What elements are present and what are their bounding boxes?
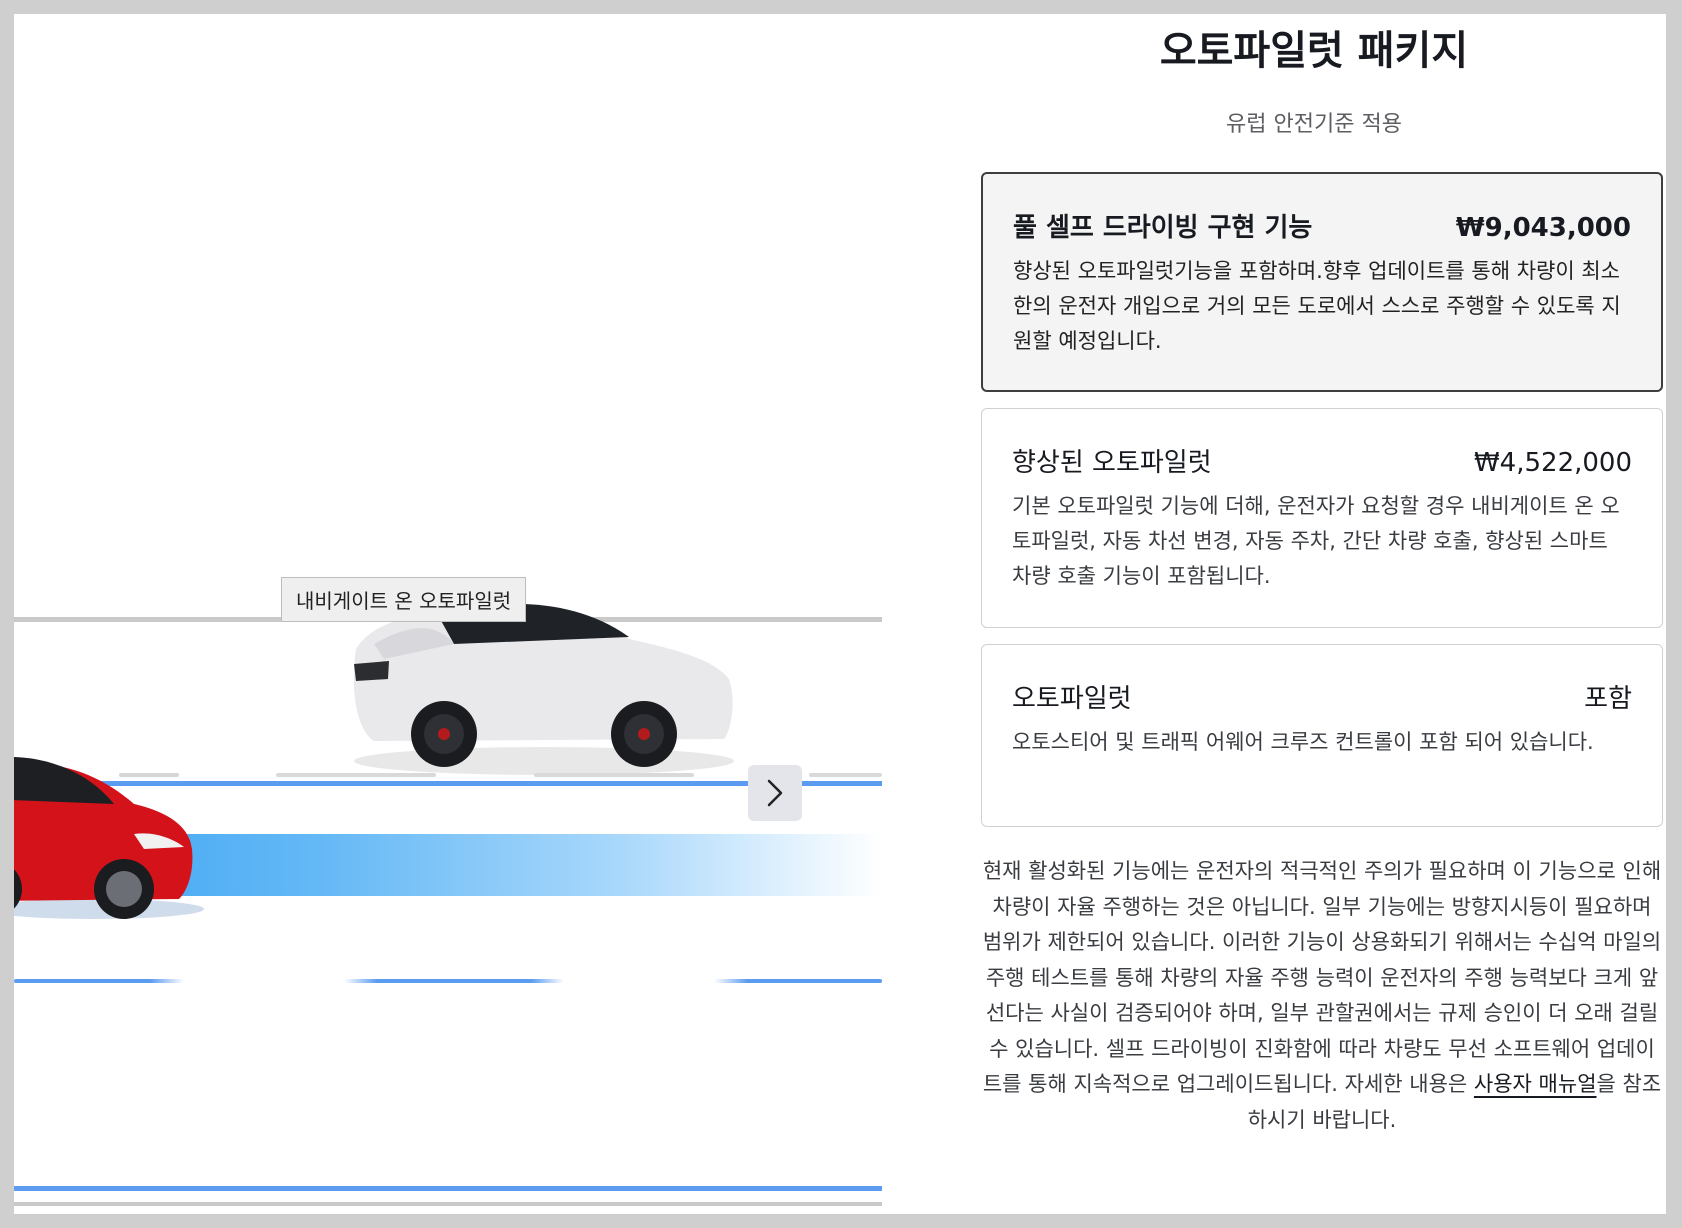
- red-car-image: [14, 757, 204, 919]
- lane-dash: [344, 979, 564, 983]
- option-description: 향상된 오토파일럿기능을 포함하며.향후 업데이트를 통해 차량이 최소한의 운…: [1013, 259, 1621, 353]
- disclaimer-body: 현재 활성화된 기능에는 운전자의 적극적인 주의가 필요하며 이 기능으로 인…: [982, 859, 1662, 1096]
- option-price: 포함: [1584, 684, 1632, 714]
- route-line-lower: [14, 1186, 882, 1191]
- autopilot-illustration: 내비게이트 온 오토파일럿: [14, 14, 882, 1214]
- lane-dash: [714, 979, 882, 983]
- option-card-fsd[interactable]: 풀 셀프 드라이빙 구현 기능 ₩9,043,000 향상된 오토파일럿기능을 …: [981, 172, 1663, 392]
- option-card-enhanced-autopilot[interactable]: 향상된 오토파일럿 ₩4,522,000 기본 오토파일럿 기능에 더해, 운전…: [981, 408, 1663, 628]
- feature-label: 내비게이트 온 오토파일럿: [281, 577, 527, 622]
- option-price: ₩4,522,000: [1473, 448, 1632, 478]
- option-price: ₩9,043,000: [1455, 213, 1631, 243]
- page: 내비게이트 온 오토파일럿 오토파일럿 패키지 유럽 안전기준 적용 풀 셀프 …: [14, 14, 1666, 1214]
- option-name: 오토파일럿: [1012, 684, 1132, 714]
- option-description: 기본 오토파일럿 기능에 더해, 운전자가 요청할 경우 내비게이트 온 오토파…: [1012, 494, 1620, 588]
- option-card-autopilot[interactable]: 오토파일럿 포함 오토스티어 및 트래픽 어웨어 크루즈 컨트롤이 포함 되어 …: [981, 644, 1663, 827]
- option-name: 향상된 오토파일럿: [1012, 448, 1212, 478]
- page-subtitle: 유럽 안전기준 적용: [1226, 112, 1402, 137]
- chevron-right-icon: [767, 779, 783, 807]
- road-edge-bottom: [14, 1202, 882, 1206]
- option-description: 오토스티어 및 트래픽 어웨어 크루즈 컨트롤이 포함 되어 있습니다.: [1012, 730, 1594, 754]
- user-manual-link[interactable]: 사용자 매뉴얼: [1474, 1072, 1597, 1096]
- option-name: 풀 셀프 드라이빙 구현 기능: [1013, 213, 1313, 243]
- package-panel: 오토파일럿 패키지 유럽 안전기준 적용 풀 셀프 드라이빙 구현 기능 ₩9,…: [964, 14, 1664, 1214]
- lane-dash: [809, 773, 882, 777]
- lane-dash: [14, 979, 184, 983]
- page-title: 오토파일럿 패키지: [1159, 28, 1469, 74]
- disclaimer-text: 현재 활성화된 기능에는 운전자의 적극적인 주의가 필요하며 이 기능으로 인…: [981, 854, 1663, 1138]
- next-slide-button[interactable]: [748, 765, 802, 821]
